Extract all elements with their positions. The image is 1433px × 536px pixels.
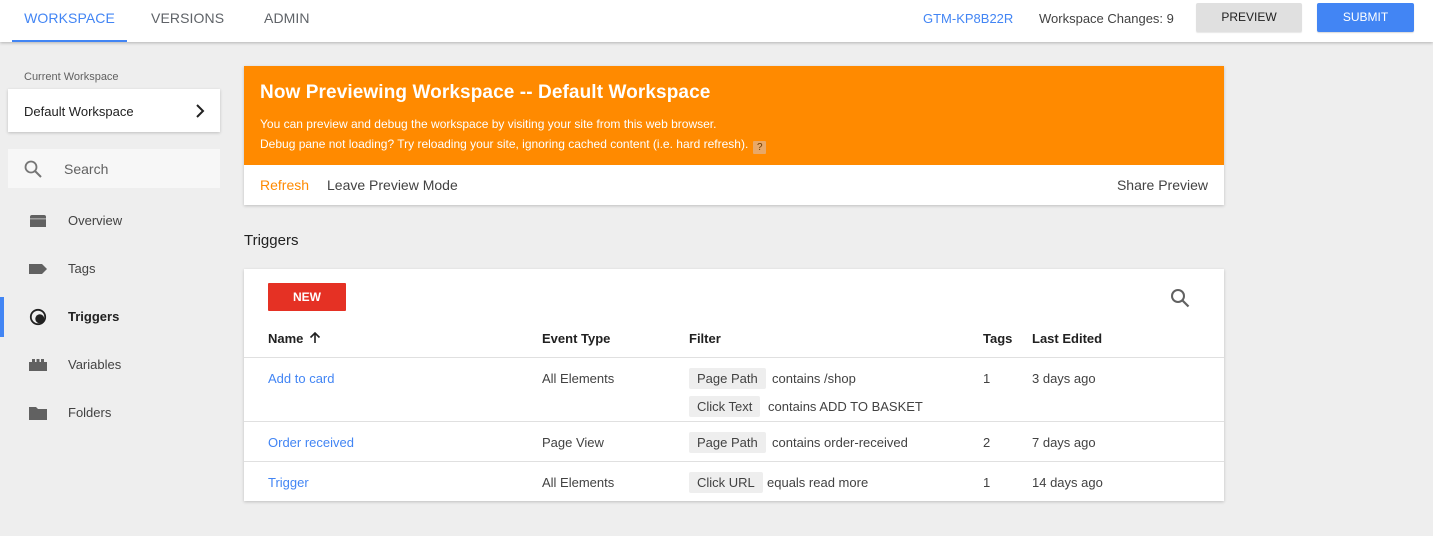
sidebar-search-input[interactable]: Search (8, 149, 220, 188)
workspace-name: Default Workspace (24, 104, 134, 119)
new-trigger-button[interactable]: NEW (268, 283, 346, 311)
search-icon[interactable] (1170, 288, 1190, 308)
preview-actions: Refresh Leave Preview Mode Share Preview (244, 165, 1224, 205)
last-edited: 3 days ago (1032, 371, 1096, 386)
submit-button[interactable]: SUBMIT (1317, 3, 1414, 32)
preview-banner-header: Now Previewing Workspace -- Default Work… (244, 66, 1224, 165)
refresh-button[interactable]: Refresh (260, 177, 309, 193)
sidebar-item-label: Triggers (68, 309, 120, 324)
sidebar-item-label: Variables (68, 357, 122, 372)
last-edited: 7 days ago (1032, 435, 1096, 450)
column-header-name[interactable]: Name (268, 331, 321, 346)
filter-condition: contains ADD TO BASKET (768, 399, 923, 414)
filter-variable-chip: Page Path (689, 432, 766, 453)
last-edited: 14 days ago (1032, 475, 1103, 490)
help-icon[interactable]: ? (753, 141, 767, 154)
share-preview-button[interactable]: Share Preview (1117, 177, 1208, 193)
preview-mode-banner: Now Previewing Workspace -- Default Work… (244, 66, 1224, 205)
filter-condition: equals read more (767, 475, 869, 490)
tab-workspace[interactable]: WORKSPACE (12, 0, 127, 42)
trigger-name-link[interactable]: Order received (268, 435, 354, 450)
tab-admin[interactable]: ADMIN (264, 0, 310, 42)
filter-variable-chip: Page Path (689, 368, 766, 389)
column-header-filter[interactable]: Filter (689, 331, 721, 346)
preview-debug-hint: Debug pane not loading? Try reloading yo… (260, 137, 767, 154)
filter-variable-chip: Click URL (689, 472, 763, 493)
triggers-table-card: NEW Name Event Type Filter Tags Last Edi… (244, 269, 1224, 501)
tags-count: 2 (983, 435, 991, 450)
leave-preview-button[interactable]: Leave Preview Mode (327, 177, 458, 193)
search-placeholder: Search (64, 161, 109, 177)
sidebar-item-tags[interactable]: Tags (0, 249, 228, 289)
workspace-selector[interactable]: Default Workspace (8, 89, 220, 132)
table-row[interactable]: Trigger All Elements Click URL equals re… (244, 461, 1224, 501)
chevron-right-icon (196, 104, 205, 118)
sidebar-item-label: Folders (68, 405, 112, 420)
filter-variable-chip: Click Text (689, 396, 761, 417)
column-header-tags[interactable]: Tags (983, 331, 1012, 346)
overview-icon (30, 215, 46, 227)
sidebar-item-folders[interactable]: Folders (0, 393, 228, 433)
tab-versions[interactable]: VERSIONS (151, 0, 224, 42)
trigger-icon (29, 308, 47, 326)
column-header-label: Name (268, 331, 304, 346)
column-header-event-type[interactable]: Event Type (542, 331, 610, 346)
debug-hint-text: Debug pane not loading? Try reloading yo… (260, 137, 749, 151)
column-header-last-edited[interactable]: Last Edited (1032, 331, 1102, 346)
folder-icon (29, 407, 47, 420)
table-row[interactable]: Order received Page View Page Path conta… (244, 421, 1224, 461)
top-bar: WORKSPACE VERSIONS ADMIN GTM-KP8B22R Wor… (0, 0, 1433, 42)
event-type: All Elements (542, 475, 615, 490)
container-id-link[interactable]: GTM-KP8B22R (923, 11, 1013, 26)
preview-description: You can preview and debug the workspace … (260, 117, 717, 131)
workspace-changes-count: Workspace Changes: 9 (1039, 11, 1174, 26)
preview-button[interactable]: PREVIEW (1196, 3, 1302, 32)
current-workspace-label: Current Workspace (24, 71, 119, 83)
page-title: Triggers (244, 232, 299, 249)
table-row[interactable]: Add to card All Elements Page Path conta… (244, 357, 1224, 421)
sidebar-item-variables[interactable]: Variables (0, 345, 228, 385)
sidebar-item-label: Tags (68, 261, 96, 276)
event-type: Page View (542, 435, 604, 450)
variables-icon (29, 359, 47, 371)
sidebar-item-label: Overview (68, 213, 123, 228)
trigger-name-link[interactable]: Add to card (268, 371, 335, 386)
trigger-name-link[interactable]: Trigger (268, 475, 309, 490)
tags-count: 1 (983, 371, 991, 386)
filter-condition: contains /shop (772, 371, 856, 386)
event-type: All Elements (542, 371, 615, 386)
filter-condition: contains order-received (772, 435, 908, 450)
sidebar-item-overview[interactable]: Overview (0, 201, 228, 241)
preview-title: Now Previewing Workspace -- Default Work… (260, 82, 711, 103)
arrow-up-icon (310, 332, 321, 343)
sidebar-item-triggers[interactable]: Triggers (0, 297, 228, 337)
tags-count: 1 (983, 475, 991, 490)
tag-icon (29, 264, 47, 274)
search-icon (24, 160, 42, 178)
